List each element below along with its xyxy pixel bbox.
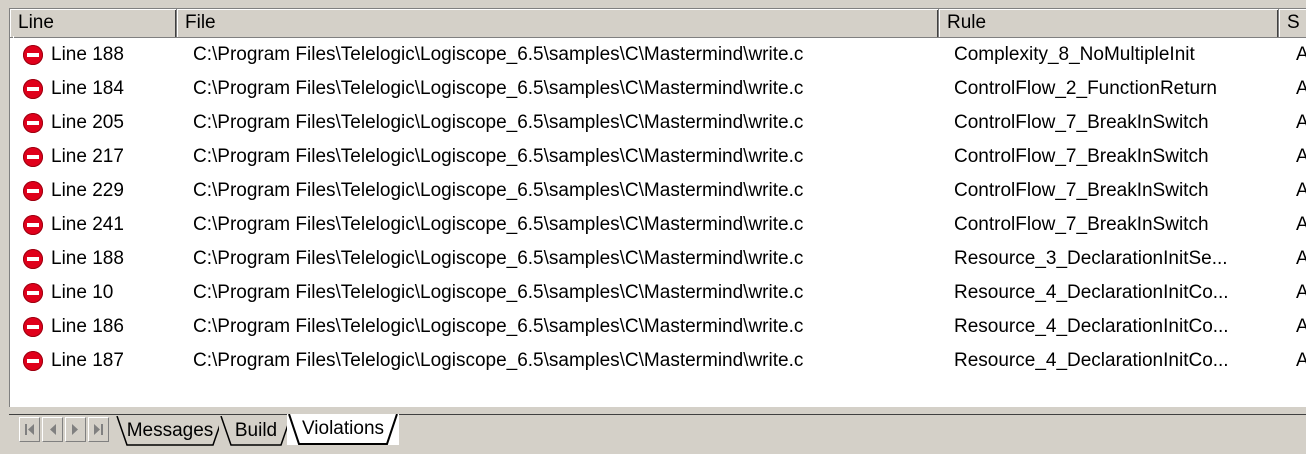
- splitter-notch: [9, 36, 14, 66]
- error-stop-icon: [23, 181, 43, 201]
- error-stop-icon: [23, 283, 43, 303]
- error-stop-icon: [23, 249, 43, 269]
- cell-line: Line 229: [51, 180, 124, 201]
- cell-rule: ControlFlow_7_BreakInSwitch: [954, 214, 1209, 235]
- cell-extra: A: [1296, 276, 1306, 310]
- table-row[interactable]: Line 217 C:\Program Files\Telelogic\Logis…: [10, 140, 1306, 174]
- cell-rule: ControlFlow_2_FunctionReturn: [954, 78, 1217, 99]
- cell-line: Line 217: [51, 146, 124, 167]
- error-stop-icon: [23, 147, 43, 167]
- cell-extra: A: [1296, 208, 1306, 242]
- list-header: Line File Rule S: [10, 9, 1306, 38]
- cell-file: C:\Program Files\Telelogic\Logiscope_6.5…: [193, 350, 804, 371]
- cell-file: C:\Program Files\Telelogic\Logiscope_6.5…: [193, 316, 804, 337]
- cell-line: Line 205: [51, 112, 124, 133]
- cell-line: Line 186: [51, 316, 124, 337]
- prev-tab-button[interactable]: [42, 417, 63, 442]
- next-tab-button[interactable]: [65, 417, 86, 442]
- cell-extra: A: [1296, 344, 1306, 378]
- cell-line: Line 188: [51, 44, 124, 65]
- last-tab-button[interactable]: [88, 417, 109, 442]
- cell-line: Line 187: [51, 350, 124, 371]
- table-row[interactable]: Line 10 C:\Program Files\Telelogic\Logisc…: [10, 276, 1306, 310]
- cell-line: Line 10: [51, 282, 114, 303]
- cell-rule: ControlFlow_7_BreakInSwitch: [954, 112, 1209, 133]
- cell-extra: A: [1296, 140, 1306, 174]
- column-header-extra[interactable]: S: [1279, 9, 1306, 37]
- error-stop-icon: [23, 79, 43, 99]
- cell-file: C:\Program Files\Telelogic\Logiscope_6.5…: [193, 282, 804, 303]
- cell-rule: ControlFlow_7_BreakInSwitch: [954, 180, 1209, 201]
- column-header-line[interactable]: Line: [10, 9, 177, 37]
- first-tab-button[interactable]: [19, 417, 40, 442]
- cell-file: C:\Program Files\Telelogic\Logiscope_6.5…: [193, 146, 804, 167]
- tab-violations[interactable]: Violations: [287, 414, 399, 445]
- cell-file: C:\Program Files\Telelogic\Logiscope_6.5…: [193, 180, 804, 201]
- cell-extra: A: [1296, 174, 1306, 208]
- tab-messages[interactable]: Messages: [115, 416, 225, 446]
- cell-rule: Resource_4_DeclarationInitCo...: [954, 350, 1229, 371]
- violations-list[interactable]: Line File Rule S Line 188 C:\Program File…: [9, 8, 1306, 407]
- table-row[interactable]: Line 187 C:\Program Files\Telelogic\Logis…: [10, 344, 1306, 378]
- cell-file: C:\Program Files\Telelogic\Logiscope_6.5…: [193, 214, 804, 235]
- tab-bar-divider: [9, 414, 1306, 415]
- column-header-file-label: File: [185, 12, 216, 33]
- error-stop-icon: [23, 45, 43, 65]
- cell-rule: Complexity_8_NoMultipleInit: [954, 44, 1195, 65]
- cell-rule: Resource_4_DeclarationInitCo...: [954, 316, 1229, 337]
- error-stop-icon: [23, 215, 43, 235]
- cell-rule: ControlFlow_7_BreakInSwitch: [954, 146, 1209, 167]
- tab-messages-label: Messages: [126, 420, 214, 441]
- table-row[interactable]: Line 188 C:\Program Files\Telelogic\Logis…: [10, 242, 1306, 276]
- column-header-extra-label: S: [1287, 12, 1300, 33]
- tab-build[interactable]: Build: [219, 416, 293, 446]
- tab-bar: Messages Build Violations: [9, 414, 1306, 454]
- cell-extra: A: [1296, 72, 1306, 106]
- table-row[interactable]: Line 241 C:\Program Files\Telelogic\Logis…: [10, 208, 1306, 242]
- cell-extra: A: [1296, 310, 1306, 344]
- table-row[interactable]: Line 188 C:\Program Files\Telelogic\Logis…: [10, 38, 1306, 72]
- column-header-file[interactable]: File: [177, 9, 939, 37]
- tab-build-label: Build: [234, 420, 278, 441]
- cell-file: C:\Program Files\Telelogic\Logiscope_6.5…: [193, 44, 804, 65]
- error-stop-icon: [23, 113, 43, 133]
- cell-file: C:\Program Files\Telelogic\Logiscope_6.5…: [193, 248, 804, 269]
- column-header-line-label: Line: [18, 12, 54, 33]
- cell-rule: Resource_4_DeclarationInitCo...: [954, 282, 1229, 303]
- cell-rule: Resource_3_DeclarationInitSe...: [954, 248, 1228, 269]
- cell-file: C:\Program Files\Telelogic\Logiscope_6.5…: [193, 78, 804, 99]
- table-row[interactable]: Line 205 C:\Program Files\Telelogic\Logis…: [10, 106, 1306, 140]
- cell-file: C:\Program Files\Telelogic\Logiscope_6.5…: [193, 112, 804, 133]
- cell-extra: A: [1296, 242, 1306, 276]
- column-header-rule[interactable]: Rule: [939, 9, 1279, 37]
- table-row[interactable]: Line 186 C:\Program Files\Telelogic\Logis…: [10, 310, 1306, 344]
- error-stop-icon: [23, 317, 43, 337]
- error-stop-icon: [23, 351, 43, 371]
- tab-violations-label: Violations: [301, 418, 385, 439]
- table-row[interactable]: Line 229 C:\Program Files\Telelogic\Logis…: [10, 174, 1306, 208]
- cell-extra: A: [1296, 106, 1306, 140]
- cell-line: Line 188: [51, 248, 124, 269]
- cell-line: Line 184: [51, 78, 124, 99]
- table-row[interactable]: Line 184 C:\Program Files\Telelogic\Logis…: [10, 72, 1306, 106]
- cell-extra: A: [1296, 38, 1306, 72]
- cell-line: Line 241: [51, 214, 124, 235]
- column-header-rule-label: Rule: [947, 12, 987, 33]
